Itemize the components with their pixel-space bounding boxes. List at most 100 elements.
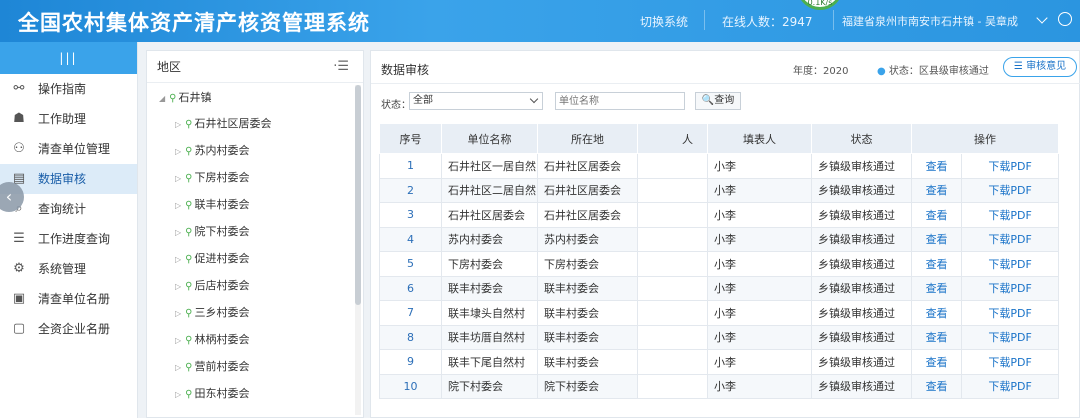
col-status: 状态 — [811, 123, 912, 154]
view-link[interactable]: 查看 — [910, 324, 963, 350]
download-pdf-link[interactable]: 下载PDF — [961, 349, 1059, 375]
location-pin-icon: ⚲ — [185, 200, 193, 211]
chevron-down-icon[interactable] — [1036, 12, 1048, 24]
search-icon: 🔍 — [701, 95, 715, 106]
tree-node[interactable]: ▷ ⚲ 田东村委会 — [175, 385, 249, 401]
download-pdf-link[interactable]: 下载PDF — [961, 373, 1059, 399]
user-icon[interactable] — [1058, 12, 1072, 26]
expand-triangle-icon[interactable]: ◢ — [159, 94, 165, 103]
col-location: 所在地 — [537, 123, 638, 154]
enterprise-icon: ▢ — [12, 321, 26, 336]
sidebar-item-unit-manage[interactable]: ⚇ 清查单位管理 — [0, 134, 137, 164]
view-link[interactable]: 查看 — [910, 251, 963, 277]
view-link[interactable]: 查看 — [910, 300, 963, 326]
header-divider — [833, 10, 834, 30]
download-pdf-link[interactable]: 下载PDF — [961, 300, 1059, 326]
col-unit-name: 单位名称 — [441, 123, 538, 154]
tree-node[interactable]: ▷ ⚲ 促进村委会 — [175, 250, 249, 266]
panel-title: 数据审核 — [381, 63, 430, 77]
location-pin-icon: ⚲ — [185, 173, 193, 184]
top-header: 全国农村集体资产清产核资管理系统 切换系统 在线人数：2947 0.1K/s 福… — [0, 0, 1080, 42]
collapse-triangle-icon[interactable]: ▷ — [175, 147, 181, 156]
view-link[interactable]: 查看 — [910, 275, 963, 301]
download-pdf-link[interactable]: 下载PDF — [961, 153, 1059, 179]
tree-node[interactable]: ▷ ⚲ 营前村委会 — [175, 358, 249, 374]
app-title: 全国农村集体资产清产核资管理系统 — [18, 11, 370, 35]
sidebar-item-guide[interactable]: ⚯ 操作指南 — [0, 74, 137, 104]
scrollbar-thumb[interactable] — [355, 85, 361, 305]
collapse-triangle-icon[interactable]: ▷ — [175, 255, 181, 264]
tree-node[interactable]: ▷ ⚲ 林柄村委会 — [175, 331, 249, 347]
location-pin-icon: ⚲ — [185, 308, 193, 319]
view-link[interactable]: 查看 — [910, 202, 963, 228]
tree-node[interactable]: ▷ ⚲ 苏内村委会 — [175, 142, 249, 158]
audit-opinion-button[interactable]: ☰ 审核意见 — [1003, 57, 1077, 77]
location-pin-icon: ⚲ — [185, 119, 193, 130]
collapse-triangle-icon[interactable]: ▷ — [175, 282, 181, 291]
location-pin-icon: ⚲ — [185, 389, 193, 400]
status-dot-icon: ● — [877, 66, 889, 77]
collapse-triangle-icon[interactable]: ▷ — [175, 228, 181, 237]
audit-table: 序号 单位名称 所在地 人 填表人 状态 操作 1 石井社区一居自然 石井社区居委会… — [379, 123, 1059, 399]
view-link[interactable]: 查看 — [910, 153, 963, 179]
download-pdf-link[interactable]: 下载PDF — [961, 251, 1059, 277]
sidebar-item-roster[interactable]: ▣ 清查单位名册 — [0, 284, 137, 314]
unit-manage-icon: ⚇ — [13, 141, 25, 156]
sidebar-item-assistant[interactable]: ☗ 工作助理 — [0, 104, 137, 134]
table-row: 6 联丰村委会 联丰村委会 小李 乡镇级审核通过 查看 下载PDF — [379, 275, 1059, 301]
switch-system-link[interactable]: 切换系统 — [640, 13, 688, 30]
sidebar: ||| ⚯ 操作指南 ☗ 工作助理 ⚇ 清查单位管理 ▤ 数据审核 ⌕ 查询统计 ☰ 工作进… — [0, 42, 138, 418]
view-link[interactable]: 查看 — [910, 349, 963, 375]
col-actions: 操作 — [911, 123, 1059, 154]
location-pin-icon: ⚲ — [169, 93, 177, 104]
sidebar-item-system[interactable]: ⚙ 系统管理 — [0, 254, 137, 284]
list-toggle-icon[interactable]: ·☰ — [333, 59, 349, 74]
gear-icon: ⚙ — [13, 261, 25, 276]
tree-node[interactable]: ▷ ⚲ 联丰村委会 — [175, 196, 249, 212]
tree-node[interactable]: ▷ ⚲ 后店村委会 — [175, 277, 249, 293]
download-pdf-link[interactable]: 下载PDF — [961, 177, 1059, 203]
unit-name-input[interactable] — [555, 92, 685, 110]
collapse-triangle-icon[interactable]: ▷ — [175, 201, 181, 210]
location-pin-icon: ⚲ — [185, 362, 193, 373]
collapse-triangle-icon[interactable]: ▷ — [175, 390, 181, 399]
view-link[interactable]: 查看 — [910, 226, 963, 252]
download-pdf-link[interactable]: 下载PDF — [961, 324, 1059, 350]
tree-node[interactable]: ▷ ⚲ 三乡村委会 — [175, 304, 249, 320]
sidebar-collapse-button[interactable]: ||| — [0, 42, 137, 74]
collapse-triangle-icon[interactable]: ▷ — [175, 309, 181, 318]
view-link[interactable]: 查看 — [910, 373, 963, 399]
chevron-down-icon — [529, 94, 539, 104]
tree-node[interactable]: ▷ ⚲ 石井社区居委会 — [175, 115, 271, 131]
list-icon: ☰ — [1013, 61, 1027, 72]
download-pdf-link[interactable]: 下载PDF — [961, 202, 1059, 228]
col-no: 序号 — [379, 123, 442, 154]
status-select[interactable]: 全部 — [409, 92, 543, 110]
table-row: 7 联丰埭头自然村 联丰村委会 小李 乡镇级审核通过 查看 下载PDF — [379, 300, 1059, 326]
collapse-triangle-icon[interactable]: ▷ — [175, 174, 181, 183]
sidebar-item-progress[interactable]: ☰ 工作进度查询 — [0, 224, 137, 254]
view-link[interactable]: 查看 — [910, 177, 963, 203]
sidebar-item-enterprise[interactable]: ▢ 全资企业名册 — [0, 314, 137, 344]
status-filter-label: 状态： — [381, 100, 411, 111]
query-button[interactable]: 🔍查询 — [695, 92, 741, 110]
col-person: 人 — [637, 123, 708, 154]
collapse-triangle-icon[interactable]: ▷ — [175, 363, 181, 372]
col-filler: 填表人 — [707, 123, 812, 154]
user-location[interactable]: 福建省泉州市南安市石井镇 - 吴章成 — [842, 13, 1018, 29]
year-label: 年度：2020 — [793, 66, 849, 77]
download-pdf-link[interactable]: 下载PDF — [961, 275, 1059, 301]
divider — [371, 83, 1080, 84]
location-pin-icon: ⚲ — [185, 281, 193, 292]
tree-root-node[interactable]: ◢ ⚲ 石井镇 — [159, 89, 211, 105]
table-row: 4 苏内村委会 苏内村委会 小李 乡镇级审核通过 查看 下载PDF — [379, 226, 1059, 252]
tree-node[interactable]: ▷ ⚲ 下房村委会 — [175, 169, 249, 185]
table-row: 9 联丰下尾自然村 联丰村委会 小李 乡镇级审核通过 查看 下载PDF — [379, 349, 1059, 375]
tree-node[interactable]: ▷ ⚲ 院下村委会 — [175, 223, 249, 239]
download-pdf-link[interactable]: 下载PDF — [961, 226, 1059, 252]
collapse-triangle-icon[interactable]: ▷ — [175, 336, 181, 345]
network-speed-gauge: 0.1K/s — [797, 0, 843, 10]
table-row: 10 院下村委会 院下村委会 小李 乡镇级审核通过 查看 下载PDF — [379, 373, 1059, 399]
guide-icon: ⚯ — [13, 81, 25, 96]
collapse-triangle-icon[interactable]: ▷ — [175, 120, 181, 129]
